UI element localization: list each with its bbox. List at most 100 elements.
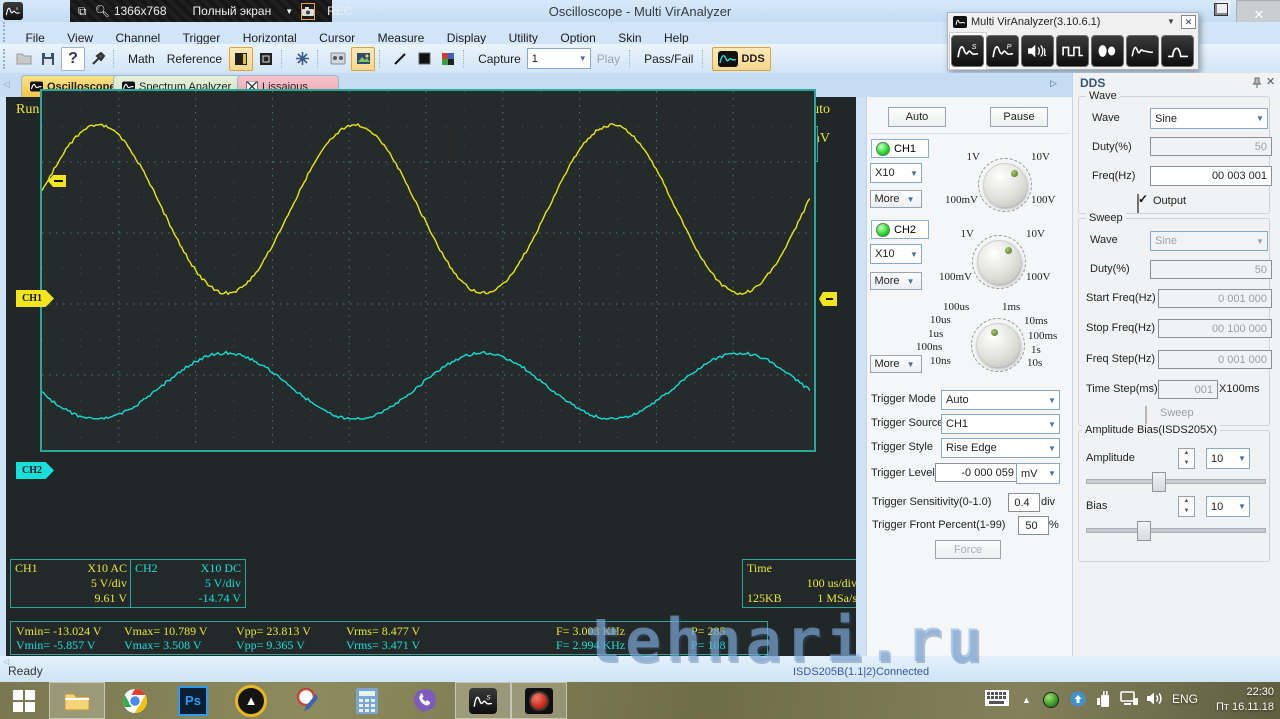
trigger-source-select[interactable]: CH1 ▼ xyxy=(941,414,1060,434)
trigger-level-unit-select[interactable]: mV ▼ xyxy=(1016,463,1060,484)
ch2-volts-knob[interactable] xyxy=(977,240,1021,284)
mini-window-close-icon[interactable]: ✕ xyxy=(1181,15,1196,29)
touch-keyboard-icon[interactable] xyxy=(985,690,1009,706)
ch2-more-button[interactable]: More ▼ xyxy=(870,272,922,290)
line-style-icon[interactable] xyxy=(389,48,411,70)
square-wave-tool-icon[interactable] xyxy=(1056,35,1089,67)
cassette-icon[interactable] xyxy=(327,48,349,70)
time-step-input[interactable]: 001 xyxy=(1158,380,1218,399)
panel-toggle-icon[interactable] xyxy=(229,46,254,71)
restore-icon[interactable] xyxy=(1214,3,1228,16)
reference-button[interactable]: Reference xyxy=(161,52,228,66)
ch1-attenuation-select[interactable]: X10 ▼ xyxy=(870,163,922,183)
signal-generator-tool-icon[interactable] xyxy=(1021,35,1054,67)
usb-device-icon[interactable] xyxy=(1096,690,1112,708)
mini-window-dropdown-icon[interactable]: ▼ xyxy=(1167,17,1175,26)
taskbar-viber[interactable] xyxy=(397,682,453,719)
start-freq-input[interactable]: 0 001 000 xyxy=(1158,289,1272,308)
persistence-icon[interactable] xyxy=(291,48,313,70)
timebase-knob[interactable] xyxy=(976,323,1020,367)
freq-input[interactable]: 00 003 001 xyxy=(1150,166,1272,186)
taskbar-recorder[interactable] xyxy=(511,682,567,719)
sweep-checkbox[interactable] xyxy=(1145,406,1147,425)
palette-icon[interactable] xyxy=(437,48,459,70)
math-button[interactable]: Math xyxy=(122,52,161,66)
trigger-mode-select[interactable]: Auto ▼ xyxy=(941,390,1060,410)
pause-button[interactable]: Pause xyxy=(990,107,1048,127)
image-icon[interactable] xyxy=(351,46,376,71)
background-color-icon[interactable] xyxy=(413,48,435,70)
freq-step-input[interactable]: 0 001 000 xyxy=(1158,350,1272,369)
scope-tool-icon[interactable]: S xyxy=(951,35,984,67)
capture-mode-dropdown-icon[interactable]: ▼ xyxy=(285,7,293,16)
passfail-button[interactable]: Pass/Fail xyxy=(638,52,699,66)
output-checkbox[interactable] xyxy=(1137,194,1139,213)
tab-scroll-right-icon[interactable]: ▷ xyxy=(1050,78,1057,89)
taskbar-calculator[interactable] xyxy=(339,682,395,719)
taskbar-chrome[interactable] xyxy=(107,682,163,719)
bias-spinner[interactable]: ▲ ▼ xyxy=(1178,496,1195,517)
onedrive-icon[interactable] xyxy=(1068,691,1088,707)
auto-button[interactable]: Auto xyxy=(888,107,946,127)
ch1-volts-knob[interactable] xyxy=(983,163,1027,207)
restore-window-icon[interactable]: ⧉ xyxy=(78,4,87,19)
magnifier-icon[interactable]: 🔍︎ xyxy=(95,4,110,18)
wave-type-select[interactable]: Sine ▼ xyxy=(1150,108,1268,129)
network-icon[interactable] xyxy=(1120,691,1138,706)
amplitude-slider-thumb[interactable] xyxy=(1152,472,1166,492)
trigger-sensitivity-input[interactable]: 0.4 xyxy=(1008,493,1040,512)
sweep-wave-tool-icon[interactable] xyxy=(1126,35,1159,67)
trigger-style-select[interactable]: Rise Edge ▼ xyxy=(941,438,1060,458)
duty-input[interactable]: 50 xyxy=(1150,137,1272,156)
dds-close-icon[interactable]: ✕ xyxy=(1266,75,1275,88)
taskbar-paint-tool[interactable] xyxy=(281,682,337,719)
tray-status-led-icon[interactable] xyxy=(1043,692,1059,708)
language-indicator[interactable]: ENG xyxy=(1172,692,1198,706)
tools-icon[interactable] xyxy=(87,48,109,70)
bias-select[interactable]: 10 ▼ xyxy=(1206,496,1250,517)
clock[interactable]: 22:30 Пт 16.11.18 xyxy=(1212,685,1274,715)
trigger-front-input[interactable]: 50 xyxy=(1018,516,1049,535)
pulse-wave-tool-icon[interactable] xyxy=(1161,35,1194,67)
taskbar-photoshop[interactable]: Ps xyxy=(165,682,221,719)
amplitude-spinner[interactable]: ▲ ▼ xyxy=(1178,448,1195,469)
fullscreen-icon[interactable] xyxy=(255,48,277,70)
save-icon[interactable] xyxy=(37,48,59,70)
trigger-position-line[interactable] xyxy=(451,128,453,159)
vertical-scrollbar[interactable] xyxy=(856,97,866,657)
bias-slider-track[interactable] xyxy=(1086,528,1266,533)
amplitude-slider-track[interactable] xyxy=(1086,479,1266,484)
stop-freq-input[interactable]: 00 100 000 xyxy=(1158,319,1272,338)
open-file-icon[interactable] xyxy=(13,48,35,70)
amplitude-select[interactable]: 10 ▼ xyxy=(1206,448,1250,469)
tab-scroll-left-icon[interactable]: ◁ xyxy=(3,79,10,90)
ch1-enable[interactable]: CH1 xyxy=(871,139,929,158)
capture-count-select[interactable]: 1 ▼ xyxy=(526,48,591,69)
graticule[interactable] xyxy=(40,89,816,452)
time-more-button[interactable]: More ▼ xyxy=(870,355,922,373)
sweep-duty-input[interactable]: 50 xyxy=(1150,260,1272,279)
tray-expand-icon[interactable]: ▲ xyxy=(1022,695,1031,705)
taskbar-aimp[interactable]: ▲ xyxy=(223,682,279,719)
bias-slider-thumb[interactable] xyxy=(1137,521,1151,541)
rec-label[interactable]: REC xyxy=(327,4,352,18)
ch1-more-button[interactable]: More ▼ xyxy=(870,190,922,208)
volume-icon[interactable] xyxy=(1146,691,1164,706)
trigger-level-input[interactable]: -0 000 059 xyxy=(935,463,1019,482)
force-button[interactable]: Force xyxy=(935,540,1001,559)
ch2-enable[interactable]: CH2 xyxy=(871,220,929,239)
ch2-attenuation-select[interactable]: X10 ▼ xyxy=(870,244,922,264)
pin-icon[interactable] xyxy=(1252,77,1262,89)
start-button[interactable] xyxy=(0,682,48,719)
help-icon[interactable]: ? xyxy=(61,46,85,71)
burst-wave-tool-icon[interactable] xyxy=(1091,35,1124,67)
camera-icon[interactable] xyxy=(301,2,316,20)
taskbar-explorer[interactable] xyxy=(49,682,105,719)
mini-window-title: Multi VirAnalyzer(3.10.6.1) xyxy=(971,16,1101,28)
taskbar-viranalyzer[interactable]: S xyxy=(455,682,511,719)
dds-button[interactable]: DDS xyxy=(712,46,771,71)
capture-mode[interactable]: Полный экран xyxy=(193,4,272,18)
spectrum-tool-icon[interactable]: P xyxy=(986,35,1019,67)
sweep-wave-select[interactable]: Sine ▼ xyxy=(1150,231,1268,251)
play-button[interactable]: Play xyxy=(591,52,626,66)
